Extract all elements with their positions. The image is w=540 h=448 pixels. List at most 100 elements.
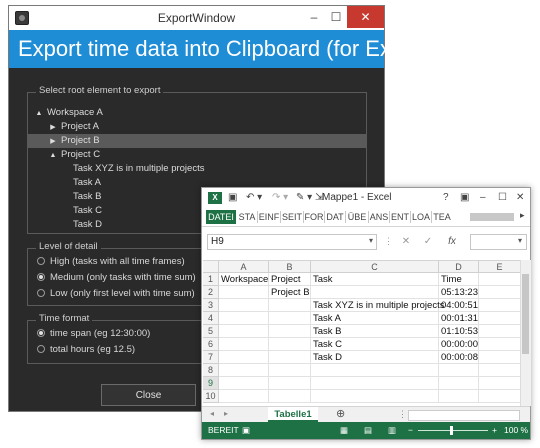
cell[interactable] <box>479 325 521 338</box>
cell[interactable] <box>269 325 311 338</box>
cell[interactable]: Task D <box>311 351 439 364</box>
minimize-icon[interactable]: – <box>480 192 486 204</box>
ribbon-tab[interactable]: SEIT <box>281 210 303 224</box>
radio-button-icon[interactable] <box>37 289 45 297</box>
ribbon-tab[interactable]: EINF <box>258 210 280 224</box>
help-icon[interactable]: ? <box>443 192 449 204</box>
cell[interactable] <box>219 312 269 325</box>
cell[interactable] <box>269 299 311 312</box>
tree-item[interactable]: Task XYZ is in multiple projects <box>28 162 366 176</box>
cell[interactable] <box>219 377 269 390</box>
page-layout-icon[interactable]: ▤ <box>364 422 372 439</box>
row-header[interactable]: 3 <box>203 299 219 312</box>
row-header[interactable]: 9 <box>203 377 219 390</box>
ribbon-tab[interactable]: FOR <box>304 210 324 224</box>
ribbon-tab[interactable]: ENT <box>390 210 410 224</box>
row-header[interactable]: 10 <box>203 390 219 403</box>
close-icon[interactable]: ✕ <box>516 192 524 204</box>
cell[interactable] <box>269 312 311 325</box>
close-button[interactable]: Close <box>101 384 196 406</box>
column-header[interactable]: A <box>219 261 269 273</box>
spreadsheet-grid[interactable]: A B C D E 1 Workspace Project Task Time 2 Project B… <box>203 260 521 407</box>
radio-button-icon[interactable] <box>37 329 45 337</box>
cell[interactable] <box>479 299 521 312</box>
cell[interactable] <box>269 338 311 351</box>
horizontal-scrollbar[interactable] <box>408 410 520 421</box>
ribbon-tab[interactable]: ÜBE <box>346 210 368 224</box>
cell[interactable]: Task B <box>311 325 439 338</box>
ribbon-tab[interactable]: DAT <box>325 210 345 224</box>
add-sheet-icon[interactable]: ⊕ <box>336 407 345 420</box>
cell[interactable]: 00:00:08 <box>439 351 479 364</box>
cell[interactable] <box>479 312 521 325</box>
cell[interactable] <box>269 390 311 403</box>
cell[interactable] <box>311 364 439 377</box>
cell[interactable] <box>311 390 439 403</box>
cell[interactable]: 00:00:00 <box>439 338 479 351</box>
collapsed-arrow-icon[interactable]: ▶ <box>48 121 58 135</box>
column-header[interactable]: B <box>269 261 311 273</box>
cell[interactable] <box>439 377 479 390</box>
cell[interactable]: Project B <box>269 286 311 299</box>
name-box-dropdown-icon[interactable]: ▾ <box>369 236 373 245</box>
cell[interactable] <box>269 377 311 390</box>
customize-toolbar-icon[interactable]: ✎ ▾ ⇲ <box>296 192 323 204</box>
close-icon[interactable]: ✕ <box>347 6 384 28</box>
cell[interactable]: 05:13:23 <box>439 286 479 299</box>
cell[interactable] <box>219 338 269 351</box>
radio-button-icon[interactable] <box>37 273 45 281</box>
row-header[interactable]: 8 <box>203 364 219 377</box>
cell[interactable]: 00:01:31 <box>439 312 479 325</box>
expanded-arrow-icon[interactable]: ▲ <box>34 107 44 121</box>
ribbon-tab[interactable]: LOA <box>411 210 431 224</box>
cell[interactable] <box>479 273 521 286</box>
ribbon-tab[interactable]: STA <box>237 210 257 224</box>
sheet-prev-icon[interactable]: ◂ <box>210 409 214 418</box>
maximize-icon[interactable]: ☐ <box>325 6 347 28</box>
tree-item[interactable]: ▶ Project A <box>28 120 366 134</box>
page-break-icon[interactable]: ▥ <box>388 422 396 439</box>
normal-view-icon[interactable]: ▦ <box>340 422 348 439</box>
cell[interactable] <box>269 364 311 377</box>
cell[interactable] <box>439 364 479 377</box>
row-header[interactable]: 5 <box>203 325 219 338</box>
cell[interactable]: Project <box>269 273 311 286</box>
cell[interactable]: 04:00:51 <box>439 299 479 312</box>
cell[interactable] <box>479 286 521 299</box>
radio-button-icon[interactable] <box>37 345 45 353</box>
cell[interactable] <box>269 351 311 364</box>
cell[interactable] <box>311 286 439 299</box>
cell[interactable] <box>219 390 269 403</box>
formula-bar-options-icon[interactable]: ⋮ <box>384 236 393 247</box>
radio-button-icon[interactable] <box>37 257 45 265</box>
maximize-icon[interactable]: ☐ <box>498 192 507 204</box>
redo-icon[interactable]: ↷ ▾ <box>272 192 288 204</box>
cell[interactable] <box>479 351 521 364</box>
cell[interactable]: 01:10:53 <box>439 325 479 338</box>
tree-item[interactable]: ▶ Project B <box>28 134 366 148</box>
ribbon-tab[interactable]: TEA <box>432 210 452 224</box>
tree-item[interactable]: ▲ Project C <box>28 148 366 162</box>
sheet-tab[interactable]: Tabelle1 <box>268 407 318 422</box>
zoom-out-icon[interactable]: − <box>408 422 413 439</box>
cell[interactable]: Task A <box>311 312 439 325</box>
cell[interactable] <box>439 390 479 403</box>
cell[interactable]: Workspace <box>219 273 269 286</box>
tab-file[interactable]: DATEI <box>206 210 236 224</box>
select-all-corner[interactable] <box>203 261 219 273</box>
cell[interactable]: Task XYZ is in multiple projects <box>311 299 444 312</box>
cell[interactable] <box>311 377 439 390</box>
sheet-next-icon[interactable]: ▸ <box>224 409 228 418</box>
row-header[interactable]: 6 <box>203 338 219 351</box>
cell[interactable]: Task C <box>311 338 439 351</box>
save-icon[interactable]: ▣ <box>228 192 237 204</box>
tab-split-icon[interactable]: ⋮ <box>398 409 407 420</box>
cell[interactable] <box>219 325 269 338</box>
cell[interactable] <box>479 377 521 390</box>
column-header[interactable]: D <box>439 261 479 273</box>
cell[interactable] <box>219 364 269 377</box>
cell[interactable] <box>219 299 269 312</box>
tree-item[interactable]: ▲ Workspace A <box>28 106 366 120</box>
cell[interactable] <box>479 364 521 377</box>
zoom-slider-handle[interactable] <box>450 426 453 435</box>
